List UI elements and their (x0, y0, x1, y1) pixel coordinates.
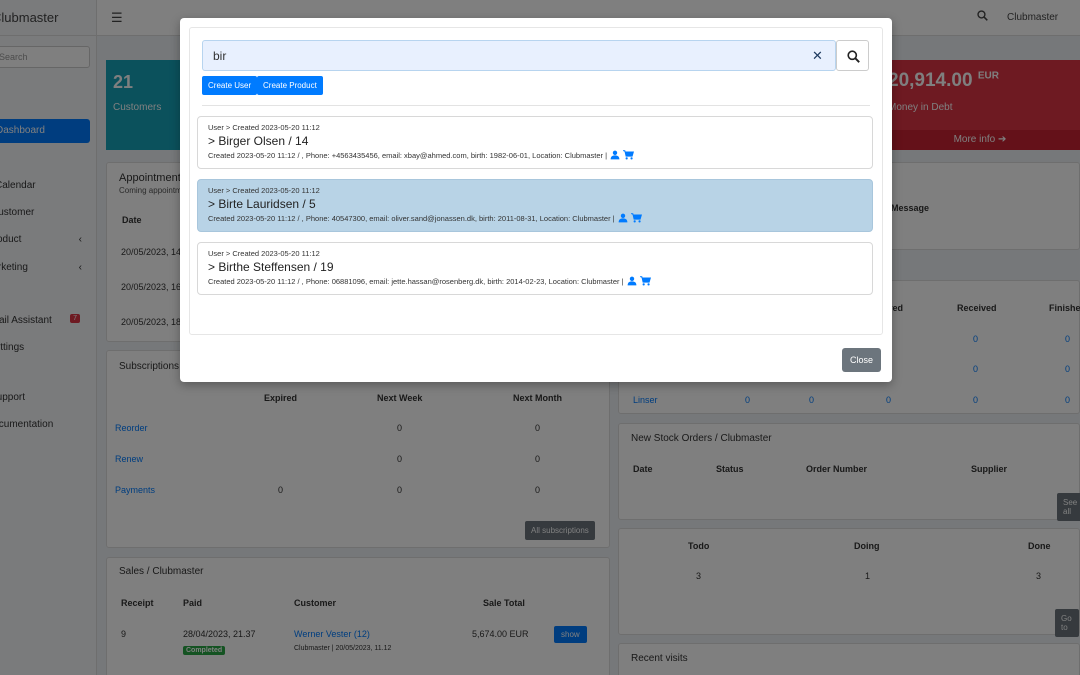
result-crumb: User > Created 2023-05-20 11:12 (208, 249, 320, 258)
cart-icon[interactable] (623, 150, 635, 160)
result-crumb: User > Created 2023-05-20 11:12 (208, 123, 320, 132)
create-product-button[interactable]: Create Product (257, 76, 323, 95)
cart-icon[interactable] (630, 213, 642, 223)
close-button[interactable]: Close (842, 348, 881, 372)
search-panel: bir ✕ Create User Create Product User > … (189, 27, 883, 335)
search-button[interactable] (836, 40, 869, 71)
search-icon (847, 50, 860, 63)
result-details: Created 2023-05-20 11:12 / , Phone: 4054… (208, 213, 862, 223)
result-crumb: User > Created 2023-05-20 11:12 (208, 186, 320, 195)
result-name[interactable]: > Birger Olsen / 14 (208, 134, 862, 148)
result-details-text: Created 2023-05-20 11:12 / , Phone: 0688… (208, 276, 624, 286)
search-result-highlighted[interactable]: User > Created 2023-05-20 11:12 > Birte … (197, 179, 873, 232)
search-input[interactable]: bir (202, 40, 836, 71)
clear-search-icon[interactable]: ✕ (812, 48, 823, 64)
user-icon[interactable] (610, 150, 620, 160)
user-icon[interactable] (627, 276, 637, 286)
search-result[interactable]: User > Created 2023-05-20 11:12 > Birger… (197, 116, 873, 169)
user-icon[interactable] (618, 213, 628, 223)
search-result[interactable]: User > Created 2023-05-20 11:12 > Birthe… (197, 242, 873, 295)
result-details: Created 2023-05-20 11:12 / , Phone: +456… (208, 150, 862, 160)
search-modal: bir ✕ Create User Create Product User > … (180, 18, 892, 382)
result-details-text: Created 2023-05-20 11:12 / , Phone: +456… (208, 150, 608, 160)
result-name[interactable]: > Birthe Steffensen / 19 (208, 260, 862, 274)
result-details-text: Created 2023-05-20 11:12 / , Phone: 4054… (208, 213, 615, 223)
divider (202, 105, 870, 106)
result-name[interactable]: > Birte Lauridsen / 5 (208, 197, 862, 211)
create-user-button[interactable]: Create User (202, 76, 258, 95)
result-details: Created 2023-05-20 11:12 / , Phone: 0688… (208, 276, 862, 286)
cart-icon[interactable] (639, 276, 651, 286)
